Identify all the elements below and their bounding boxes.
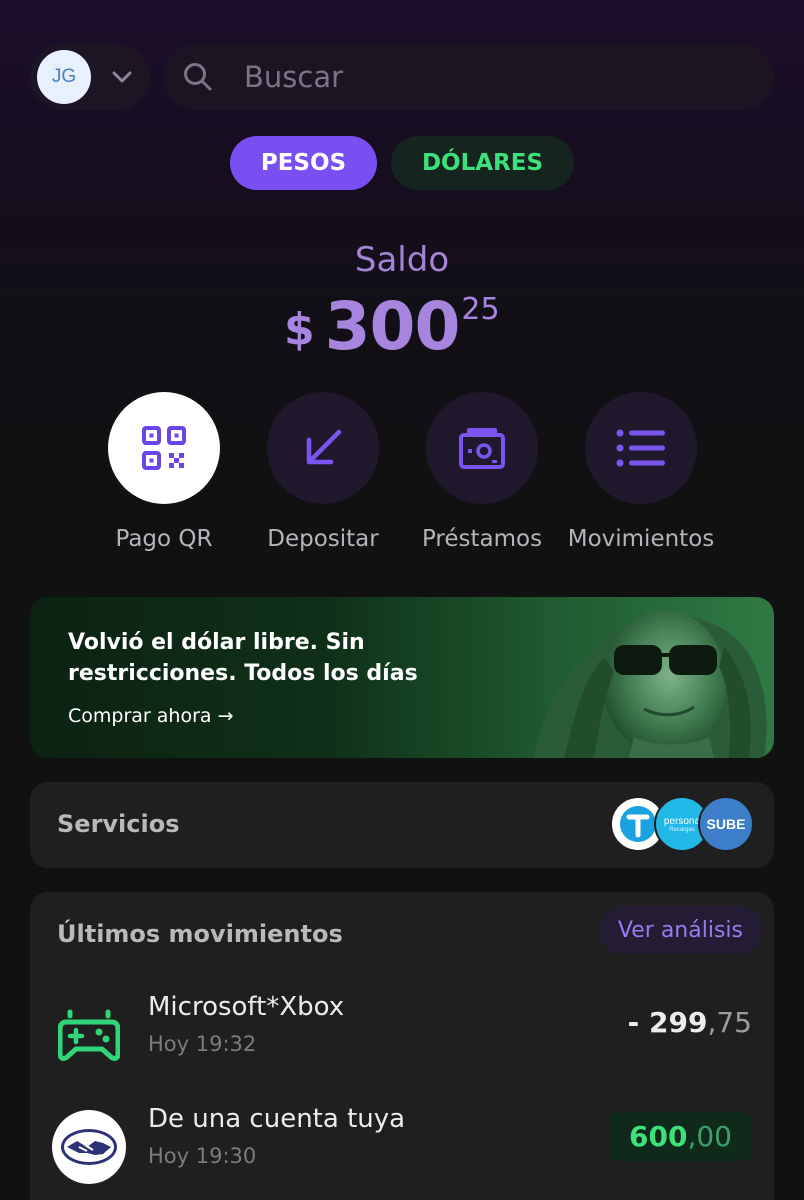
action-movimientos-circle[interactable]	[585, 392, 697, 504]
balance-decimals: 25	[461, 292, 500, 327]
ver-analisis-button[interactable]: Ver análisis	[598, 906, 762, 954]
action-label: Depositar	[267, 526, 379, 552]
sube-logo-text: SUBE	[706, 816, 746, 832]
movement-name: Microsoft*Xbox	[148, 992, 345, 1022]
services-label: Servicios	[57, 810, 180, 838]
movements-title: Últimos movimientos	[57, 920, 343, 948]
portrait-illustration	[534, 610, 767, 758]
amount-integer: 600	[629, 1120, 688, 1153]
search-bar[interactable]	[164, 44, 774, 110]
movements-card: Últimos movimientos Ver análisis Microso…	[30, 892, 774, 1200]
movement-row[interactable]: De una cuenta tuya Hoy 19:30 600,00	[30, 1104, 774, 1194]
movement-amount: - 299,75	[628, 1006, 752, 1039]
chevron-down-icon[interactable]	[111, 66, 133, 88]
movement-time: Hoy 19:32	[148, 1032, 257, 1056]
qr-code-icon	[142, 426, 186, 470]
tab-pesos[interactable]: PESOS	[230, 136, 377, 190]
action-depositar-circle[interactable]	[267, 392, 379, 504]
promo-cta-link[interactable]: Comprar ahora →	[68, 705, 234, 727]
gamepad-icon	[52, 998, 126, 1072]
action-depositar[interactable]: Depositar	[243, 392, 403, 552]
services-card[interactable]: Servicios T persona Recargas SUBE	[30, 782, 774, 868]
movement-amount: 600,00	[609, 1112, 752, 1161]
action-label: Pago QR	[115, 526, 213, 552]
action-prestamos-circle[interactable]	[426, 392, 538, 504]
list-icon	[616, 429, 665, 467]
action-label: Préstamos	[421, 526, 543, 552]
tab-dolares[interactable]: DÓLARES	[391, 136, 574, 190]
loan-icon	[459, 428, 505, 469]
action-label: Movimientos	[567, 526, 715, 552]
balance-currency: $	[284, 304, 315, 355]
balance-integer: 300	[324, 288, 461, 365]
action-prestamos[interactable]: Préstamos	[402, 392, 562, 552]
action-pago-qr-circle[interactable]	[108, 392, 220, 504]
promo-title: Volvió el dólar libre. Sin restricciones…	[68, 630, 418, 686]
arrow-down-left-icon	[306, 429, 342, 465]
account-switcher[interactable]: JG	[30, 44, 150, 110]
balance-amount: $ 300 25	[284, 288, 500, 368]
personal-logo-text: persona	[663, 815, 701, 827]
promo-banner[interactable]: Volvió el dólar libre. Sin restricciones…	[30, 597, 774, 758]
avatar[interactable]: JG	[37, 50, 91, 104]
movement-time: Hoy 19:30	[148, 1144, 257, 1168]
amount-decimals: ,75	[707, 1006, 752, 1039]
search-input[interactable]	[244, 60, 724, 94]
amount-decimals: ,00	[687, 1120, 732, 1153]
personal-logo-sub: Recargas	[669, 826, 695, 833]
action-pago-qr[interactable]: Pago QR	[84, 392, 244, 552]
handshake-icon	[52, 1110, 126, 1184]
movement-row[interactable]: Microsoft*Xbox Hoy 19:32 - 299,75	[30, 992, 774, 1082]
amount-integer: - 299	[627, 1006, 708, 1039]
balance-label: Saldo	[354, 240, 450, 280]
movement-name: De una cuenta tuya	[148, 1104, 406, 1134]
search-icon	[182, 61, 214, 93]
action-movimientos[interactable]: Movimientos	[561, 392, 721, 552]
sube-logo-icon: SUBE	[698, 796, 754, 852]
